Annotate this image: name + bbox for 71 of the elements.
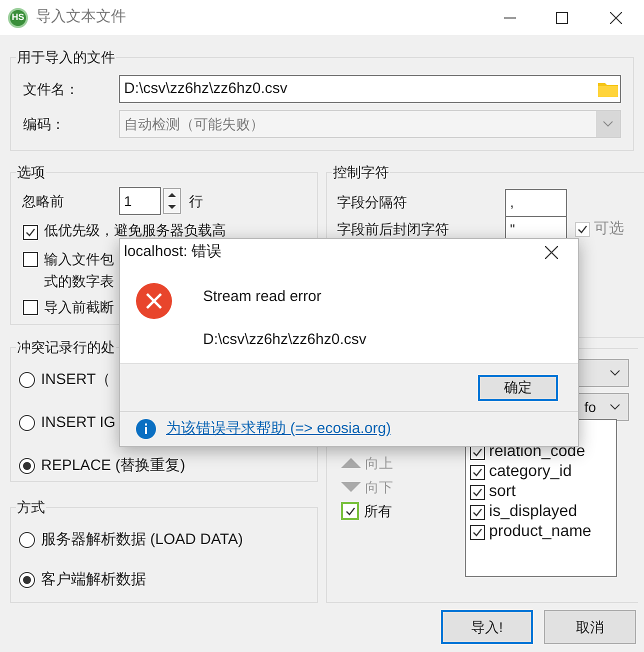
error-message: Stream read error	[203, 287, 322, 307]
close-icon[interactable]	[610, 12, 622, 24]
radio-label: INSERT（	[41, 370, 111, 390]
list-item: relation_code	[489, 442, 586, 462]
radio-button[interactable]	[19, 458, 35, 474]
checkmark-icon	[472, 486, 484, 498]
unit-label: 行	[189, 192, 203, 210]
checkmark-icon	[25, 227, 36, 238]
minimize-icon[interactable]	[504, 16, 516, 18]
field-value: D:\csv\zz6hz\zz6hz0.csv	[124, 78, 288, 99]
checkmark-icon	[577, 224, 588, 235]
field-label: 编码：	[23, 114, 66, 134]
checkbox[interactable]	[23, 300, 38, 315]
filename-field[interactable]: D:\csv\zz6hz\zz6hz0.csv	[119, 75, 621, 103]
radio-button[interactable]	[19, 572, 35, 588]
list-item: category_id	[489, 462, 572, 482]
group-title: 方式	[16, 497, 46, 517]
dialog-button[interactable]: 导入!	[441, 610, 533, 644]
radio-label: 客户端解析数据	[41, 570, 146, 590]
list-item: product_name	[489, 522, 592, 542]
radio-label: INSERT IG	[41, 412, 116, 433]
field-label: 文件名：	[23, 80, 80, 98]
text-field[interactable]: ,	[505, 188, 568, 216]
error-icon	[136, 283, 172, 319]
list-item: sort	[489, 482, 516, 502]
radio-label: REPLACE (替换重复)	[41, 456, 186, 476]
checkbox-label: 低优先级，避免服务器负载高	[44, 221, 226, 240]
radio-button[interactable]	[19, 415, 35, 431]
chevron-down-icon	[603, 121, 613, 127]
checkmark-icon	[344, 506, 356, 516]
radio-label: 服务器解析数据 (LOAD DATA)	[41, 530, 243, 550]
triangle-down-icon	[341, 482, 362, 492]
chevron-down-icon	[610, 404, 620, 410]
chevron-down-icon	[610, 370, 620, 376]
close-icon[interactable]	[545, 246, 558, 258]
group-title: 控制字符	[332, 162, 390, 182]
ok-button[interactable]: 确定	[478, 374, 558, 400]
checkbox-label: 输入文件包 式的数字表	[44, 250, 114, 291]
error-detail: D:\csv\zz6hz\zz6hz0.csv	[203, 330, 366, 350]
checkmark-icon	[472, 446, 484, 458]
info-icon	[136, 419, 156, 439]
checkbox[interactable]	[470, 484, 486, 500]
checkbox[interactable]	[23, 225, 38, 240]
maximize-icon[interactable]	[556, 12, 568, 24]
checkbox-label: 所有	[364, 502, 392, 520]
checkbox[interactable]	[470, 524, 486, 540]
group-title: 用于导入的文件	[16, 47, 116, 67]
dialog-title: localhost: 错误	[124, 242, 223, 262]
checkmark-icon	[472, 466, 484, 478]
window-title: 导入文本文件	[36, 7, 126, 28]
group-title: 冲突记录行的处	[16, 337, 116, 357]
app-logo: HS	[8, 8, 28, 28]
field-label: 字段前后封闭字符	[337, 220, 450, 239]
help-link[interactable]: 为该错误寻求帮助 (=> ecosia.org)	[166, 418, 392, 440]
triangle-up-icon	[341, 458, 362, 468]
checkbox-label: 导入前截断	[44, 298, 114, 317]
number-field[interactable]: 1	[119, 187, 161, 215]
field-label: 忽略前	[22, 192, 65, 210]
spin-buttons[interactable]	[163, 188, 181, 214]
checkmark-icon	[472, 506, 484, 518]
dialog-button[interactable]: 取消	[544, 610, 636, 644]
radio-button[interactable]	[19, 372, 35, 388]
list-item: is_displayed	[489, 502, 578, 522]
checkbox[interactable]	[23, 252, 38, 267]
checkbox[interactable]	[470, 464, 486, 480]
checkbox[interactable]	[341, 502, 360, 520]
field-label: 字段分隔符	[337, 193, 408, 212]
checkbox[interactable]	[470, 504, 486, 520]
radio-button[interactable]	[19, 532, 35, 548]
checkmark-icon	[472, 526, 484, 538]
checkbox-label: 可选	[594, 219, 624, 240]
